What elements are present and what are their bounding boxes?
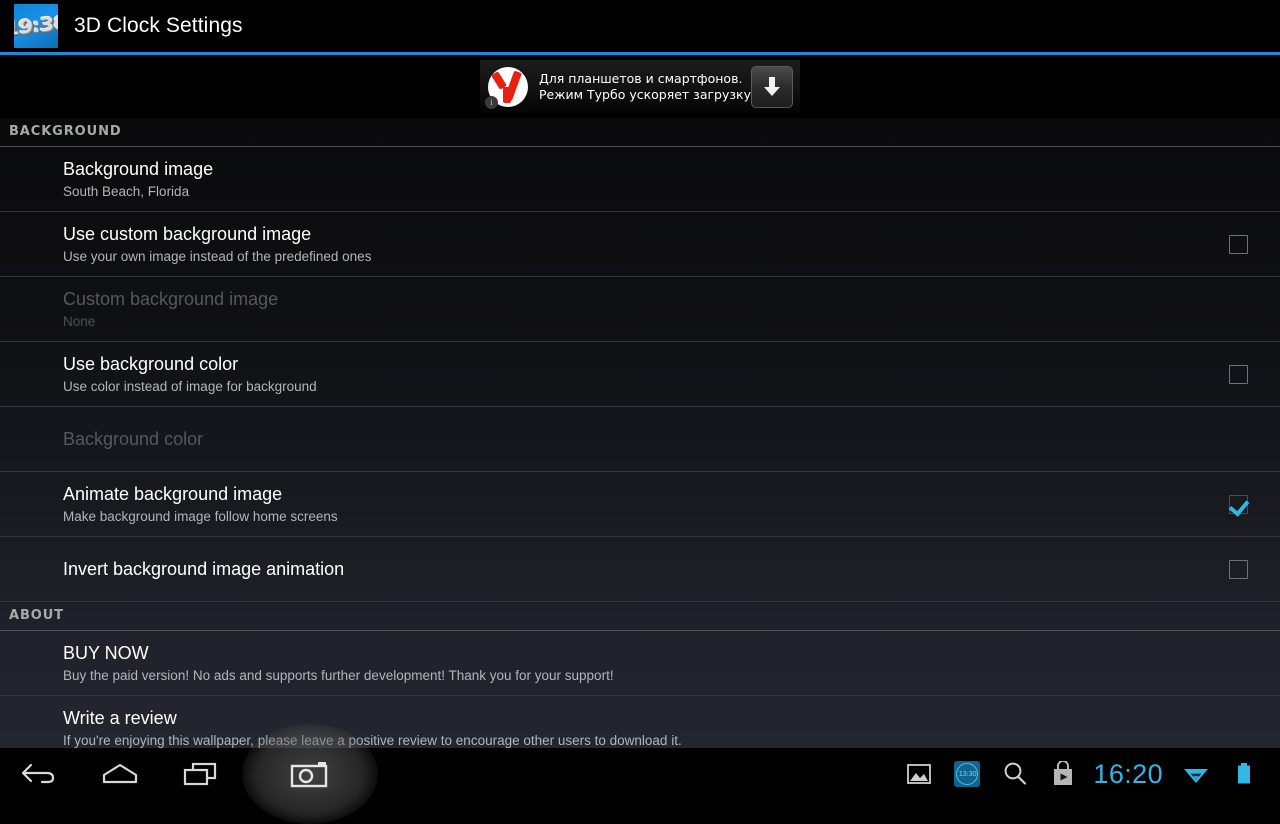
- section-header-about: ABOUT: [0, 602, 1280, 631]
- download-arrow-icon[interactable]: [750, 65, 793, 108]
- battery-icon: [1220, 748, 1268, 800]
- pref-summary: If you're enjoying this wallpaper, pleas…: [63, 732, 682, 748]
- pref-widget: [1210, 559, 1280, 579]
- pref-text: BUY NOW Buy the paid version! No ads and…: [0, 634, 1210, 693]
- pref-row-animate-background-image[interactable]: Animate background image Make background…: [0, 472, 1280, 537]
- pref-widget: [1210, 234, 1280, 254]
- ad-zone: i Для планшетов и смартфонов. Режим Турб…: [0, 55, 1280, 118]
- pref-text: Animate background image Make background…: [0, 475, 1210, 534]
- checkbox-animate-background-image[interactable]: [1228, 494, 1248, 514]
- clock-app-icon: 19:30: [14, 4, 58, 48]
- pref-title: Background image: [63, 158, 214, 179]
- pref-text: Custom background image None: [0, 280, 1210, 339]
- clock-widget-digits: 13:30: [958, 770, 977, 778]
- ad-logo-wrap: i: [485, 64, 531, 110]
- pref-summary: Buy the paid version! No ads and support…: [63, 667, 614, 683]
- pref-summary: Use color instead of image for backgroun…: [63, 378, 317, 394]
- pref-row-invert-background-image-animation[interactable]: Invert background image animation: [0, 537, 1280, 602]
- pref-title: Invert background image animation: [63, 558, 345, 579]
- pref-row-background-color: Background color: [0, 407, 1280, 472]
- app-icon-digits: 19:30: [14, 11, 58, 41]
- pref-title: Custom background image: [63, 288, 279, 309]
- pref-text: Background color: [0, 420, 1210, 459]
- checkbox-use-custom-background-image[interactable]: [1228, 234, 1248, 254]
- pref-summary: South Beach, Florida: [63, 183, 190, 199]
- system-navigation-bar: 13:30 16:20: [0, 748, 1280, 800]
- android-screen: 19:30 3D Clock Settings i Для планшетов …: [0, 0, 1280, 800]
- navigation-buttons: [0, 748, 380, 800]
- page-title: 3D Clock Settings: [74, 14, 243, 37]
- ad-line-2: Режим Турбо ускоряет загрузку: [539, 86, 751, 102]
- checkbox-invert-background-image-animation[interactable]: [1228, 559, 1248, 579]
- pref-summary: Make background image follow home screen…: [63, 508, 338, 524]
- pref-row-background-image[interactable]: Background image South Beach, Florida: [0, 147, 1280, 212]
- screenshot-camera-icon[interactable]: [240, 748, 380, 800]
- pref-row-write-a-review[interactable]: Write a review If you're enjoying this w…: [0, 696, 1280, 748]
- ad-text: Для планшетов и смартфонов. Режим Турбо …: [539, 71, 751, 103]
- status-icons: 13:30 16:20: [895, 748, 1280, 800]
- pref-row-use-custom-background-image[interactable]: Use custom background image Use your own…: [0, 212, 1280, 277]
- pref-widget: [1210, 494, 1280, 514]
- home-icon[interactable]: [80, 748, 160, 800]
- pref-title: Use custom background image: [63, 223, 312, 244]
- pref-text: Use custom background image Use your own…: [0, 215, 1210, 274]
- title-bar: 19:30 3D Clock Settings: [0, 0, 1280, 52]
- section-header-background: BACKGROUND: [0, 118, 1280, 147]
- pref-text: Write a review If you're enjoying this w…: [0, 699, 1210, 749]
- gallery-image-icon[interactable]: [895, 748, 943, 800]
- wifi-icon: [1172, 748, 1220, 800]
- pref-row-use-background-color[interactable]: Use background color Use color instead o…: [0, 342, 1280, 407]
- pref-title: Use background color: [63, 353, 239, 374]
- pref-text: Use background color Use color instead o…: [0, 345, 1210, 404]
- search-icon[interactable]: [991, 748, 1039, 800]
- play-store-icon[interactable]: [1039, 748, 1087, 800]
- advertisement-banner[interactable]: i Для планшетов и смартфонов. Режим Турб…: [480, 60, 800, 113]
- preference-list[interactable]: BACKGROUND Background image South Beach,…: [0, 118, 1280, 748]
- pref-widget: [1210, 364, 1280, 384]
- pref-text: Invert background image animation: [0, 550, 1210, 589]
- back-icon[interactable]: [0, 748, 80, 800]
- clock-widget-icon[interactable]: 13:30: [943, 748, 991, 800]
- recents-icon[interactable]: [160, 748, 240, 800]
- pref-title: Animate background image: [63, 483, 283, 504]
- pref-title: BUY NOW: [63, 642, 149, 663]
- ad-info-icon[interactable]: i: [485, 95, 498, 109]
- checkbox-use-background-color[interactable]: [1228, 364, 1248, 384]
- pref-text: Background image South Beach, Florida: [0, 150, 1210, 209]
- pref-row-custom-background-image: Custom background image None: [0, 277, 1280, 342]
- ad-line-1: Для планшетов и смартфонов.: [539, 70, 743, 86]
- pref-summary: Use your own image instead of the predef…: [63, 248, 372, 264]
- status-bar-clock: 16:20: [1093, 759, 1163, 789]
- pref-summary: None: [63, 313, 96, 329]
- pref-row-buy-now[interactable]: BUY NOW Buy the paid version! No ads and…: [0, 631, 1280, 696]
- pref-title: Background color: [63, 428, 204, 449]
- pref-title: Write a review: [63, 707, 177, 728]
